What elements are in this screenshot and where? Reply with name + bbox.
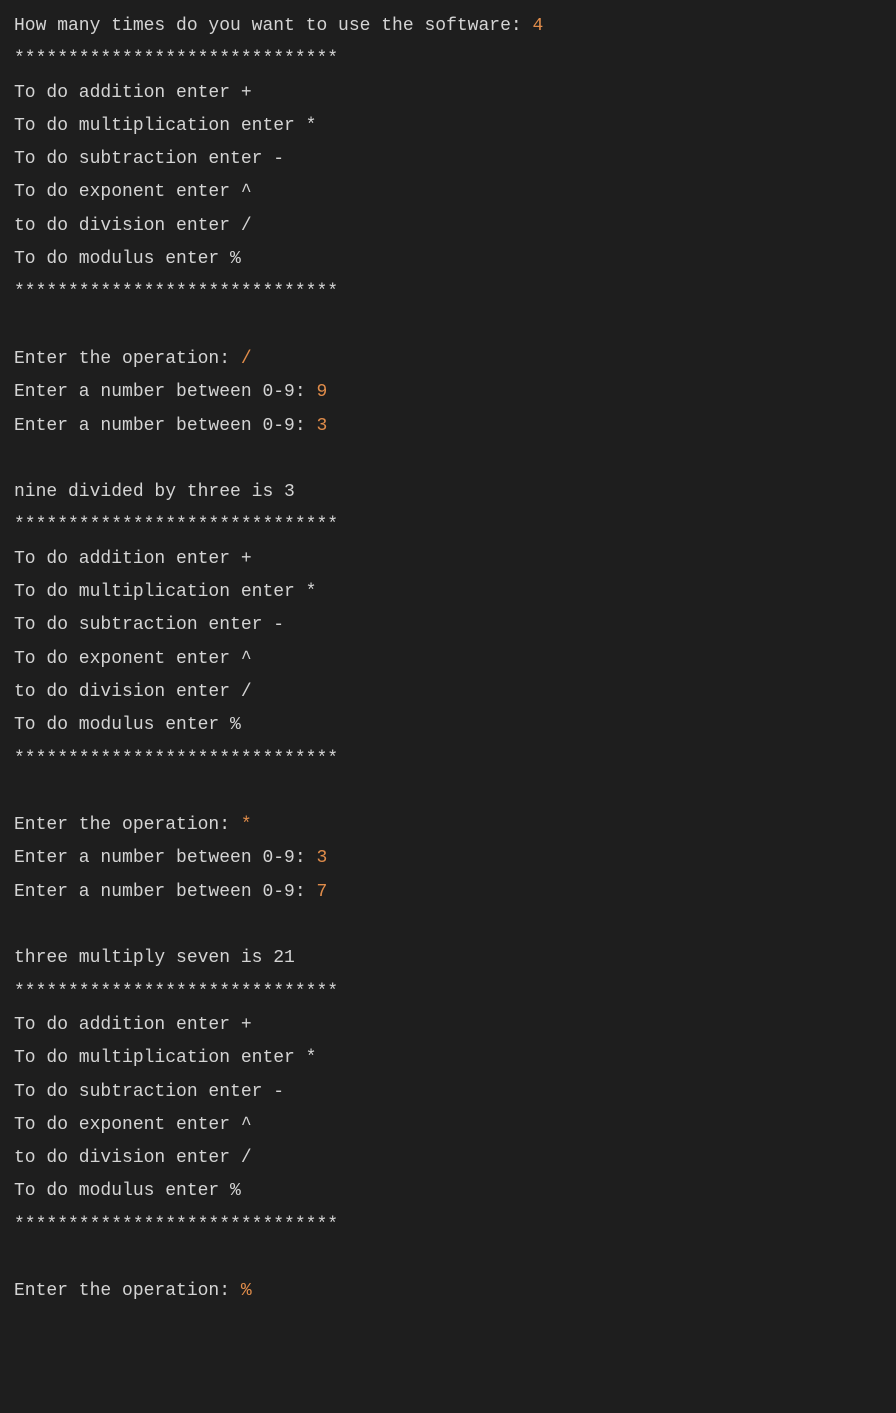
terminal-line (14, 310, 882, 343)
terminal-line: Enter the operation: / (14, 343, 882, 376)
user-input-text: 9 (316, 382, 327, 402)
terminal-line: Enter a number between 0-9: 3 (14, 410, 882, 443)
terminal-line: to do division enter / (14, 676, 882, 709)
normal-text: How many times do you want to use the so… (14, 16, 532, 36)
terminal-line: Enter the operation: % (14, 1275, 882, 1308)
terminal-line: to do division enter / (14, 1142, 882, 1175)
terminal-line: To do modulus enter % (14, 1175, 882, 1208)
normal-text: To do exponent enter ^ (14, 1115, 252, 1135)
normal-text: To do addition enter + (14, 83, 252, 103)
user-input-text: 3 (316, 416, 327, 436)
terminal-line: To do exponent enter ^ (14, 176, 882, 209)
terminal-line: ****************************** (14, 976, 882, 1009)
normal-text: ****************************** (14, 749, 338, 769)
terminal-line: Enter the operation: * (14, 809, 882, 842)
terminal-line: To do exponent enter ^ (14, 1109, 882, 1142)
terminal-line: To do addition enter + (14, 1009, 882, 1042)
terminal-line: ****************************** (14, 43, 882, 76)
terminal-line: To do addition enter + (14, 543, 882, 576)
normal-text: ****************************** (14, 49, 338, 69)
terminal-output: How many times do you want to use the so… (14, 10, 882, 1309)
normal-text: To do addition enter + (14, 1015, 252, 1035)
user-input-text: 3 (316, 848, 327, 868)
user-input-text: 7 (316, 882, 327, 902)
normal-text: To do modulus enter % (14, 1181, 241, 1201)
terminal-line: To do subtraction enter - (14, 1076, 882, 1109)
normal-text: Enter a number between 0-9: (14, 848, 316, 868)
terminal-line: To do modulus enter % (14, 709, 882, 742)
normal-text: three multiply seven is 21 (14, 948, 295, 968)
normal-text: nine divided by three is 3 (14, 482, 295, 502)
user-input-text: % (241, 1281, 252, 1301)
normal-text: to do division enter / (14, 1148, 252, 1168)
normal-text: ****************************** (14, 282, 338, 302)
terminal-line (14, 776, 882, 809)
normal-text: To do addition enter + (14, 549, 252, 569)
normal-text: Enter the operation: (14, 1281, 241, 1301)
normal-text: ****************************** (14, 982, 338, 1002)
normal-text: To do modulus enter % (14, 715, 241, 735)
terminal-line: nine divided by three is 3 (14, 476, 882, 509)
normal-text: Enter a number between 0-9: (14, 882, 316, 902)
normal-text: Enter a number between 0-9: (14, 382, 316, 402)
terminal-line (14, 909, 882, 942)
terminal-line: To do multiplication enter * (14, 110, 882, 143)
terminal-line: Enter a number between 0-9: 7 (14, 876, 882, 909)
terminal-line: ****************************** (14, 743, 882, 776)
normal-text: To do subtraction enter - (14, 149, 284, 169)
normal-text: To do subtraction enter - (14, 615, 284, 635)
terminal-line: To do subtraction enter - (14, 609, 882, 642)
terminal-line: ****************************** (14, 1209, 882, 1242)
normal-text: To do modulus enter % (14, 249, 241, 269)
normal-text: To do exponent enter ^ (14, 649, 252, 669)
normal-text: to do division enter / (14, 682, 252, 702)
normal-text: ****************************** (14, 515, 338, 535)
terminal-line: To do multiplication enter * (14, 1042, 882, 1075)
normal-text: Enter the operation: (14, 349, 241, 369)
terminal-line (14, 1242, 882, 1275)
normal-text: To do multiplication enter * (14, 116, 316, 136)
terminal-line: How many times do you want to use the so… (14, 10, 882, 43)
terminal-line: Enter a number between 0-9: 3 (14, 842, 882, 875)
terminal-line: Enter a number between 0-9: 9 (14, 376, 882, 409)
user-input-text: 4 (532, 16, 543, 36)
normal-text: ****************************** (14, 1215, 338, 1235)
terminal-line: To do exponent enter ^ (14, 643, 882, 676)
terminal-line: ****************************** (14, 509, 882, 542)
normal-text: To do multiplication enter * (14, 1048, 316, 1068)
terminal-line: ****************************** (14, 276, 882, 309)
normal-text: To do exponent enter ^ (14, 182, 252, 202)
normal-text: To do multiplication enter * (14, 582, 316, 602)
user-input-text: * (241, 815, 252, 835)
terminal-line: To do modulus enter % (14, 243, 882, 276)
normal-text: Enter the operation: (14, 815, 241, 835)
terminal-line: to do division enter / (14, 210, 882, 243)
terminal-line: To do addition enter + (14, 77, 882, 110)
terminal-line: three multiply seven is 21 (14, 942, 882, 975)
terminal-line (14, 443, 882, 476)
terminal-line: To do subtraction enter - (14, 143, 882, 176)
normal-text: To do subtraction enter - (14, 1082, 284, 1102)
normal-text: Enter a number between 0-9: (14, 416, 316, 436)
normal-text: to do division enter / (14, 216, 252, 236)
user-input-text: / (241, 349, 252, 369)
terminal-line: To do multiplication enter * (14, 576, 882, 609)
